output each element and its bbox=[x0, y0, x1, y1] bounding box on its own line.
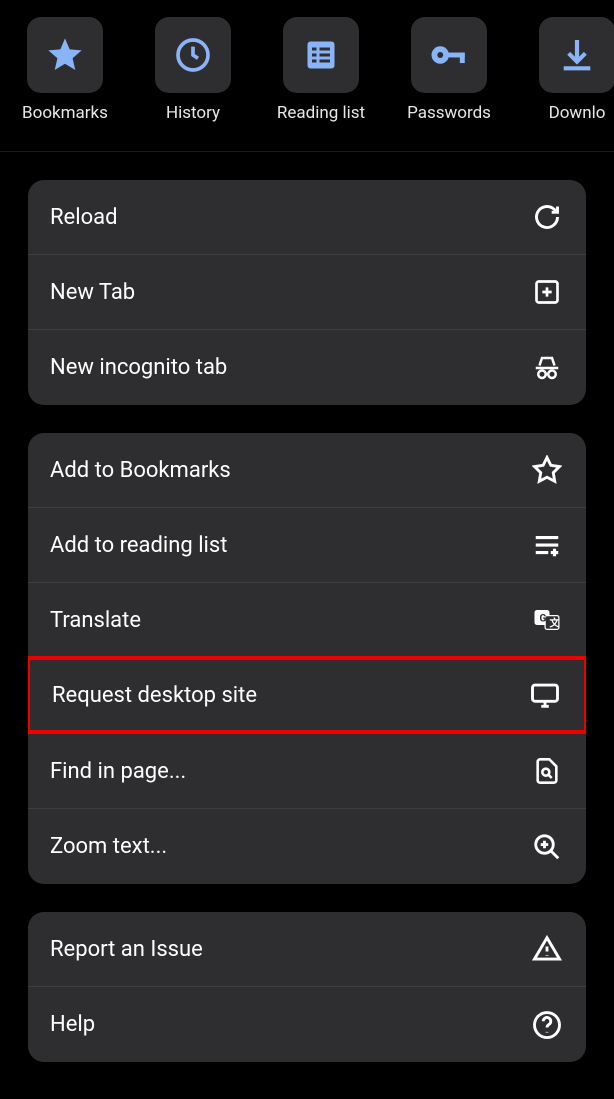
zoom-text-label: Zoom text... bbox=[50, 834, 167, 859]
find-in-page-label: Find in page... bbox=[50, 759, 186, 784]
warning-icon bbox=[532, 934, 562, 964]
bookmarks-shortcut[interactable]: Bookmarks bbox=[15, 17, 115, 123]
list-icon bbox=[283, 17, 359, 93]
plus-box-icon bbox=[532, 277, 562, 307]
new-tab-label: New Tab bbox=[50, 280, 135, 305]
download-icon bbox=[539, 17, 614, 93]
request-desktop-label: Request desktop site bbox=[52, 683, 257, 708]
report-issue-label: Report an Issue bbox=[50, 937, 203, 962]
svg-text:G: G bbox=[540, 613, 547, 624]
help-item[interactable]: Help bbox=[28, 987, 586, 1062]
add-bookmarks-item[interactable]: Add to Bookmarks bbox=[28, 433, 586, 508]
translate-item[interactable]: Translate G文 bbox=[28, 583, 586, 658]
zoom-in-icon bbox=[532, 832, 562, 862]
svg-text:文: 文 bbox=[550, 616, 561, 629]
add-reading-list-label: Add to reading list bbox=[50, 533, 227, 558]
add-reading-list-item[interactable]: Add to reading list bbox=[28, 508, 586, 583]
request-desktop-item[interactable]: Request desktop site bbox=[28, 656, 586, 734]
menu-section-2: Add to Bookmarks Add to reading list Tra… bbox=[28, 433, 586, 884]
bookmarks-label: Bookmarks bbox=[22, 103, 108, 123]
incognito-icon bbox=[532, 353, 562, 383]
downloads-label: Downlo bbox=[549, 103, 606, 123]
monitor-icon bbox=[530, 680, 560, 710]
add-bookmarks-label: Add to Bookmarks bbox=[50, 458, 231, 483]
star-outline-icon bbox=[532, 455, 562, 485]
new-incognito-label: New incognito tab bbox=[50, 355, 227, 380]
menu-section-1: Reload New Tab New incognito tab bbox=[28, 180, 586, 405]
passwords-shortcut[interactable]: Passwords bbox=[399, 17, 499, 123]
passwords-label: Passwords bbox=[407, 103, 491, 123]
find-in-page-icon bbox=[532, 756, 562, 786]
downloads-shortcut[interactable]: Downlo bbox=[527, 17, 614, 123]
star-icon bbox=[27, 17, 103, 93]
clock-icon bbox=[155, 17, 231, 93]
help-icon bbox=[532, 1010, 562, 1040]
reading-list-shortcut[interactable]: Reading list bbox=[271, 17, 371, 123]
reload-label: Reload bbox=[50, 205, 118, 230]
list-add-icon bbox=[532, 530, 562, 560]
zoom-text-item[interactable]: Zoom text... bbox=[28, 809, 586, 884]
reload-icon bbox=[532, 202, 562, 232]
reload-item[interactable]: Reload bbox=[28, 180, 586, 255]
menu-section-3: Report an Issue Help bbox=[28, 912, 586, 1062]
translate-icon: G文 bbox=[532, 605, 562, 635]
report-issue-item[interactable]: Report an Issue bbox=[28, 912, 586, 987]
translate-label: Translate bbox=[50, 608, 141, 633]
history-shortcut[interactable]: History bbox=[143, 17, 243, 123]
find-in-page-item[interactable]: Find in page... bbox=[28, 734, 586, 809]
new-incognito-item[interactable]: New incognito tab bbox=[28, 330, 586, 405]
reading-list-label: Reading list bbox=[277, 103, 365, 123]
shortcuts-row: Bookmarks History Reading list Passwords… bbox=[0, 0, 614, 152]
history-label: History bbox=[166, 103, 220, 123]
help-label: Help bbox=[50, 1012, 95, 1037]
key-icon bbox=[411, 17, 487, 93]
new-tab-item[interactable]: New Tab bbox=[28, 255, 586, 330]
